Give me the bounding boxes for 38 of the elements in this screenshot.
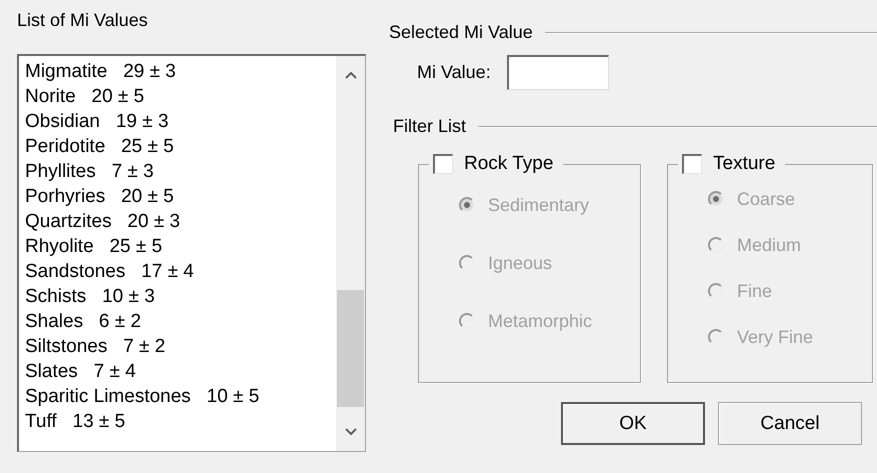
list-box[interactable] <box>17 54 366 452</box>
radio-label: Fine <box>737 280 772 302</box>
section-title: Selected Mi Value <box>389 22 533 43</box>
checkbox[interactable] <box>433 154 453 174</box>
scroll-thumb[interactable] <box>337 290 364 407</box>
radio-label: Metamorphic <box>488 310 592 332</box>
list-item[interactable]: Phyllites 7 ± 3 <box>25 159 336 184</box>
list-item[interactable]: Siltstones 7 ± 2 <box>25 334 336 359</box>
list-item[interactable]: Schists 10 ± 3 <box>25 284 336 309</box>
radio-label: Sedimentary <box>488 194 590 216</box>
list-item[interactable]: Rhyolite 25 ± 5 <box>25 234 336 259</box>
mi-value-field[interactable] <box>506 55 609 90</box>
list-item[interactable]: Migmatite 29 ± 3 <box>25 59 336 84</box>
list-item[interactable]: Porhyries 20 ± 5 <box>25 184 336 209</box>
list-item[interactable]: Shales 6 ± 2 <box>25 309 336 334</box>
radio-label: Igneous <box>488 252 552 274</box>
dialog-button[interactable]: Cancel <box>718 402 862 445</box>
radio-label: Coarse <box>737 188 796 210</box>
dialog-button[interactable]: OK <box>561 402 705 445</box>
list-item[interactable]: Obsidian 19 ± 3 <box>25 109 336 134</box>
group-label: Rock Type <box>464 153 554 175</box>
scroll-up-icon[interactable] <box>344 70 358 80</box>
scroll-down-icon[interactable] <box>344 427 358 437</box>
list-item[interactable]: Sandstones 17 ± 4 <box>25 259 336 284</box>
list-label: List of Mi Values <box>17 9 149 32</box>
scrollbar[interactable] <box>336 56 365 451</box>
list-item[interactable]: Quartzites 20 ± 3 <box>25 209 336 234</box>
field-label: Mi Value: <box>417 62 491 83</box>
section-title: Filter List <box>393 116 466 137</box>
list-item[interactable]: Sparitic Limestones 10 ± 5 <box>25 384 336 409</box>
list-item[interactable]: Tuff 13 ± 5 <box>25 409 336 434</box>
list-item[interactable]: Peridotite 25 ± 5 <box>25 134 336 159</box>
list-item[interactable]: Norite 20 ± 5 <box>25 84 336 109</box>
radio-label: Medium <box>737 234 802 256</box>
group-label: Texture <box>713 153 776 175</box>
list-item[interactable]: Slates 7 ± 4 <box>25 359 336 384</box>
radio-label: Very Fine <box>737 326 814 348</box>
checkbox[interactable] <box>682 154 702 174</box>
